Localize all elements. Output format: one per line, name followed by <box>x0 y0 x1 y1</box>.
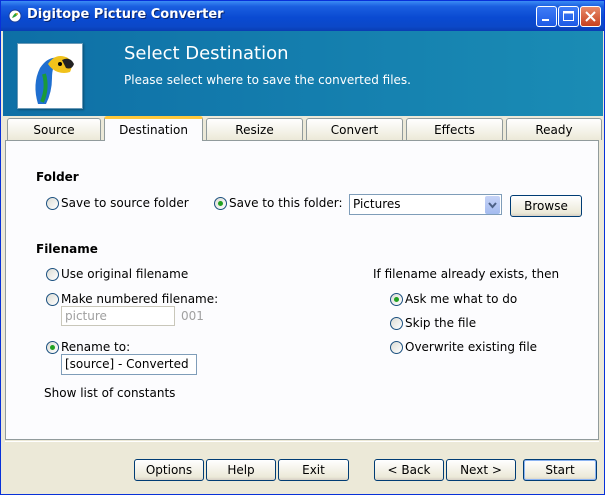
tab-ready[interactable]: Ready <box>506 118 602 140</box>
app-icon <box>8 9 22 23</box>
folder-select[interactable]: Pictures <box>349 194 502 215</box>
maximize-button[interactable] <box>558 6 579 27</box>
save-source-folder-radio[interactable] <box>46 197 59 210</box>
numbered-filename-input[interactable]: picture <box>61 306 175 326</box>
app-window: Digitope Picture Converter Select Destin… <box>0 0 605 495</box>
parrot-logo-icon <box>17 43 83 109</box>
destination-panel: Folder Save to source folder Save to thi… <box>5 140 599 440</box>
exists-heading: If filename already exists, then <box>373 267 560 281</box>
save-this-folder-label[interactable]: Save to this folder: <box>229 196 343 210</box>
exit-button[interactable]: Exit <box>278 459 349 481</box>
folder-select-value: Pictures <box>353 197 401 211</box>
rename-to-label[interactable]: Rename to: <box>61 340 130 354</box>
start-button[interactable]: Start <box>523 459 597 481</box>
next-button[interactable]: Next > <box>446 459 516 481</box>
overwrite-file-radio[interactable] <box>390 341 403 354</box>
page-subtitle: Please select where to save the converte… <box>124 73 411 87</box>
tab-convert[interactable]: Convert <box>306 118 403 140</box>
use-original-filename-label[interactable]: Use original filename <box>61 267 188 281</box>
window-title: Digitope Picture Converter <box>27 7 224 22</box>
tab-source[interactable]: Source <box>7 118 101 140</box>
help-button[interactable]: Help <box>206 459 276 481</box>
ask-me-label[interactable]: Ask me what to do <box>405 292 517 306</box>
skip-file-radio[interactable] <box>390 317 403 330</box>
wizard-tabs: Source Destination Resize Convert Effect… <box>1 116 604 141</box>
title-bar[interactable]: Digitope Picture Converter <box>1 1 604 31</box>
rename-to-radio[interactable] <box>46 341 59 354</box>
back-button[interactable]: < Back <box>374 459 444 481</box>
numbered-filename-radio[interactable] <box>46 293 59 306</box>
filename-heading: Filename <box>36 242 98 256</box>
skip-file-label[interactable]: Skip the file <box>405 316 476 330</box>
wizard-header: Select Destination Please select where t… <box>3 31 603 116</box>
rename-to-input[interactable]: [source] - Converted <box>61 354 197 375</box>
tab-effects[interactable]: Effects <box>406 118 503 140</box>
tab-resize[interactable]: Resize <box>206 118 303 140</box>
show-constants-link[interactable]: Show list of constants <box>44 386 175 400</box>
footer-divider <box>5 441 599 442</box>
numbered-filename-label[interactable]: Make numbered filename: <box>61 292 218 306</box>
save-source-folder-label[interactable]: Save to source folder <box>61 196 189 210</box>
options-button[interactable]: Options <box>134 459 204 481</box>
close-button[interactable] <box>580 6 601 27</box>
ask-me-radio[interactable] <box>390 293 403 306</box>
save-this-folder-radio[interactable] <box>214 197 227 210</box>
page-title: Select Destination <box>124 43 289 64</box>
tab-destination[interactable]: Destination <box>104 116 203 141</box>
maximize-icon <box>563 11 574 21</box>
folder-heading: Folder <box>36 170 79 184</box>
minimize-button[interactable] <box>536 6 557 27</box>
numbered-suffix: 001 <box>181 309 204 323</box>
chevron-down-icon[interactable] <box>485 196 500 214</box>
overwrite-file-label[interactable]: Overwrite existing file <box>405 340 537 354</box>
browse-button[interactable]: Browse <box>510 195 582 217</box>
use-original-filename-radio[interactable] <box>46 268 59 281</box>
close-icon <box>585 11 596 22</box>
minimize-icon <box>542 19 549 21</box>
